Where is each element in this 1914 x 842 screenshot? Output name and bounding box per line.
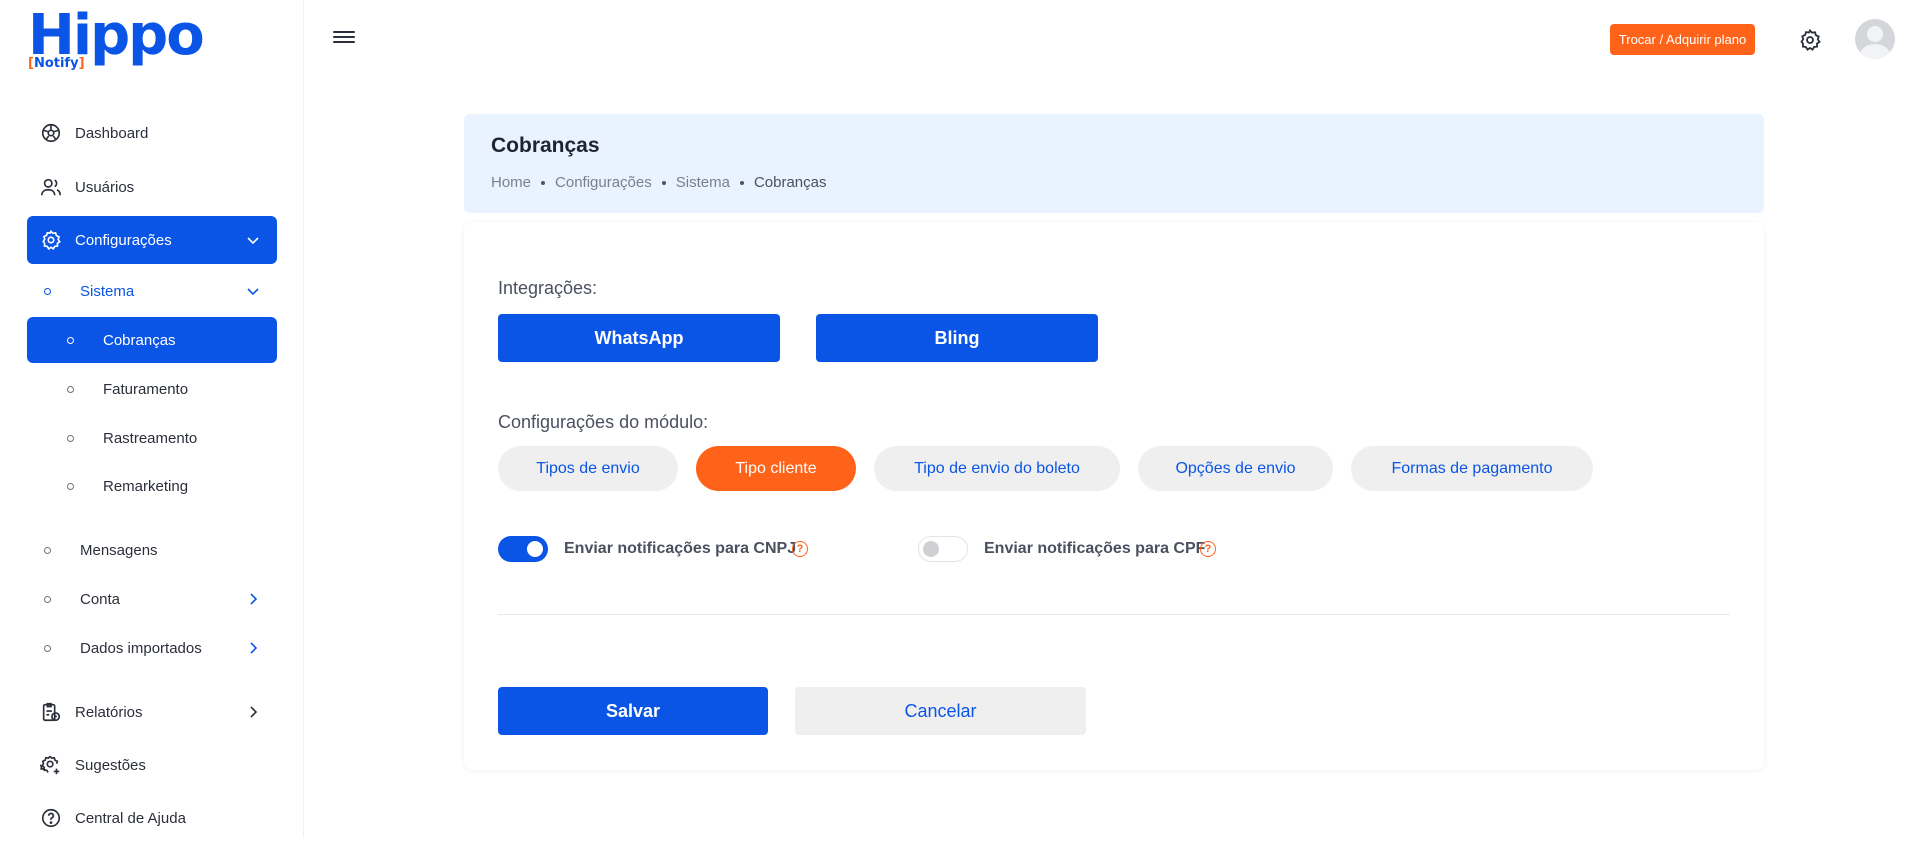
sidebar-item-rastreamento[interactable]: Rastreamento <box>27 415 277 461</box>
sidebar-item-label: Mensagens <box>80 541 158 559</box>
breadcrumb-configuracoes[interactable]: Configurações <box>555 174 652 191</box>
chevron-down-icon <box>243 281 263 301</box>
sidebar-item-label: Dados importados <box>80 639 202 657</box>
breadcrumb-sistema[interactable]: Sistema <box>676 174 730 191</box>
tab-tipo-de-envio-do-boleto[interactable]: Tipo de envio do boleto <box>874 446 1120 491</box>
cpf-notifications-label: Enviar notificações para CPF <box>984 540 1206 557</box>
sidebar-item-usuarios[interactable]: Usuários <box>27 163 277 211</box>
cpf-help-icon[interactable]: ? <box>1200 541 1216 557</box>
sidebar-item-relatorios[interactable]: Relatórios <box>27 688 277 736</box>
sidebar-item-label: Relatórios <box>75 703 143 721</box>
logo[interactable]: Hippo [Notify] <box>28 4 208 76</box>
sidebar-item-label: Dashboard <box>75 124 149 142</box>
bullet-icon <box>67 336 74 344</box>
sidebar-item-label: Sistema <box>80 282 135 300</box>
sidebar-item-label: Remarketing <box>103 477 189 495</box>
tab-tipo-cliente[interactable]: Tipo cliente <box>696 446 856 491</box>
save-button[interactable]: Salvar <box>498 687 768 735</box>
breadcrumb-current: Cobranças <box>753 174 827 191</box>
change-plan-button[interactable]: Trocar / Adquirir plano <box>1610 24 1755 55</box>
chevron-down-icon <box>243 230 263 250</box>
settings-card: Integrações: WhatsApp Bling Configuraçõe… <box>464 222 1764 770</box>
bling-integration-button[interactable]: Bling <box>816 314 1098 362</box>
chevron-right-icon <box>243 638 263 658</box>
toggle-knob <box>527 541 543 557</box>
breadcrumb: Home Configurações Sistema Cobranças <box>491 174 826 191</box>
users-icon <box>27 176 75 198</box>
dashboard-icon <box>27 122 75 144</box>
divider <box>498 614 1730 615</box>
breadcrumb-separator <box>661 180 666 185</box>
gear-icon <box>27 229 75 251</box>
sidebar-item-configuracoes[interactable]: Configurações <box>27 216 277 264</box>
sidebar: Hippo [Notify] Dashboard Usuários Config… <box>0 0 304 838</box>
bullet-icon <box>44 546 51 554</box>
cpf-notifications-toggle[interactable] <box>918 536 968 562</box>
module-settings-label: Configurações do módulo: <box>498 412 709 432</box>
menu-toggle-icon[interactable] <box>333 28 355 48</box>
cnpj-notifications-toggle[interactable] <box>498 536 548 562</box>
logo-subtitle: [Notify] <box>28 56 85 71</box>
sidebar-item-label: Cobranças <box>103 331 176 349</box>
sidebar-item-label: Rastreamento <box>103 429 198 447</box>
whatsapp-integration-button[interactable]: WhatsApp <box>498 314 780 362</box>
tab-tipos-de-envio[interactable]: Tipos de envio <box>498 446 678 491</box>
sidebar-item-conta[interactable]: Conta <box>27 576 277 622</box>
sidebar-item-mensagens[interactable]: Mensagens <box>27 527 277 573</box>
sidebar-item-label: Faturamento <box>103 380 189 398</box>
sidebar-item-dashboard[interactable]: Dashboard <box>27 109 277 157</box>
page-title: Cobranças <box>491 134 600 157</box>
chevron-right-icon <box>243 589 263 609</box>
sidebar-item-sistema[interactable]: Sistema <box>27 268 277 314</box>
sidebar-item-label: Conta <box>80 590 121 608</box>
bullet-icon <box>67 482 74 490</box>
sidebar-item-remarketing[interactable]: Remarketing <box>27 463 277 509</box>
tab-formas-de-pagamento[interactable]: Formas de pagamento <box>1351 446 1593 491</box>
breadcrumb-separator <box>541 180 546 185</box>
settings-plus-icon <box>27 754 75 776</box>
user-avatar[interactable] <box>1855 19 1895 59</box>
cnpj-notifications-label: Enviar notificações para CNPJ <box>564 540 797 557</box>
breadcrumb-separator <box>739 180 744 185</box>
cancel-button[interactable]: Cancelar <box>795 687 1086 735</box>
sidebar-item-cobrancas[interactable]: Cobranças <box>27 317 277 363</box>
bullet-icon <box>67 385 74 393</box>
sidebar-item-dados-importados[interactable]: Dados importados <box>27 625 277 671</box>
sidebar-item-label: Central de Ajuda <box>75 809 186 827</box>
sidebar-item-faturamento[interactable]: Faturamento <box>27 366 277 412</box>
chevron-right-icon <box>243 702 263 722</box>
tab-opcoes-de-envio[interactable]: Opções de envio <box>1138 446 1333 491</box>
cnpj-help-icon[interactable]: ? <box>792 541 808 557</box>
page-header: Cobranças Home Configurações Sistema Cob… <box>464 114 1764 213</box>
bullet-icon <box>44 644 51 652</box>
sidebar-item-label: Usuários <box>75 178 135 196</box>
help-icon <box>27 807 75 829</box>
avatar-body <box>1860 44 1890 59</box>
sidebar-item-label: Sugestões <box>75 756 146 774</box>
sidebar-item-label: Configurações <box>75 231 172 249</box>
breadcrumb-home[interactable]: Home <box>491 174 531 191</box>
integrations-label: Integrações: <box>498 278 598 298</box>
sidebar-item-sugestoes[interactable]: Sugestões <box>27 741 277 789</box>
sidebar-item-central-de-ajuda[interactable]: Central de Ajuda <box>27 794 277 842</box>
bullet-icon <box>44 287 51 295</box>
report-icon <box>27 701 75 723</box>
avatar-head <box>1867 26 1883 42</box>
bullet-icon <box>44 595 51 603</box>
bullet-icon <box>67 434 74 442</box>
toggle-knob <box>923 541 939 557</box>
settings-gear-icon[interactable] <box>1798 28 1822 52</box>
